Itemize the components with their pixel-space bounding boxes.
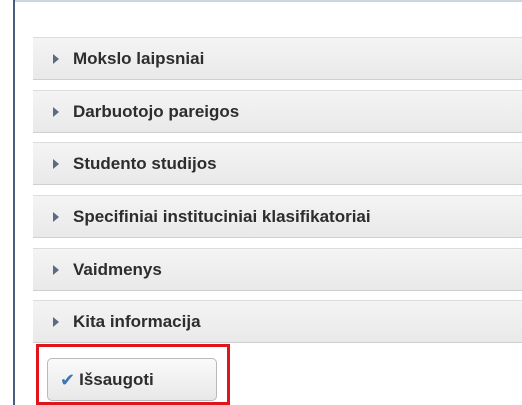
caret-right-icon (53, 211, 59, 222)
accordion-item-darbuotojo-pareigos[interactable]: Darbuotojo pareigos (33, 90, 522, 133)
accordion-item-label: Vaidmenys (73, 259, 162, 279)
accordion-item-label: Kita informacija (73, 311, 201, 331)
accordion-item-kita-informacija[interactable]: Kita informacija (33, 300, 522, 343)
accordion-item-label: Mokslo laipsniai (73, 48, 205, 68)
caret-right-icon (53, 106, 59, 117)
left-border (13, 0, 15, 405)
caret-right-icon (53, 264, 59, 275)
caret-right-icon (53, 53, 59, 64)
caret-right-icon (53, 316, 59, 327)
caret-right-icon (53, 158, 59, 169)
save-button-label: Išsaugoti (79, 369, 154, 389)
accordion-item-vaidmenys[interactable]: Vaidmenys (33, 248, 522, 291)
accordion-item-label: Studento studijos (73, 153, 217, 173)
check-icon: ✔ (60, 369, 76, 390)
settings-page: Mokslo laipsniai Darbuotojo pareigos Stu… (0, 0, 522, 405)
accordion-item-label: Specifiniai instituciniai klasifikatoria… (73, 206, 371, 226)
accordion-item-specifiniai-klasifikatoriai[interactable]: Specifiniai instituciniai klasifikatoria… (33, 195, 522, 238)
accordion-item-mokslo-laipsniai[interactable]: Mokslo laipsniai (33, 37, 522, 80)
accordion-item-studento-studijos[interactable]: Studento studijos (33, 142, 522, 185)
accordion-item-label: Darbuotojo pareigos (73, 101, 240, 121)
save-button[interactable]: ✔ Išsaugoti (47, 358, 217, 401)
top-border (15, 0, 522, 2)
